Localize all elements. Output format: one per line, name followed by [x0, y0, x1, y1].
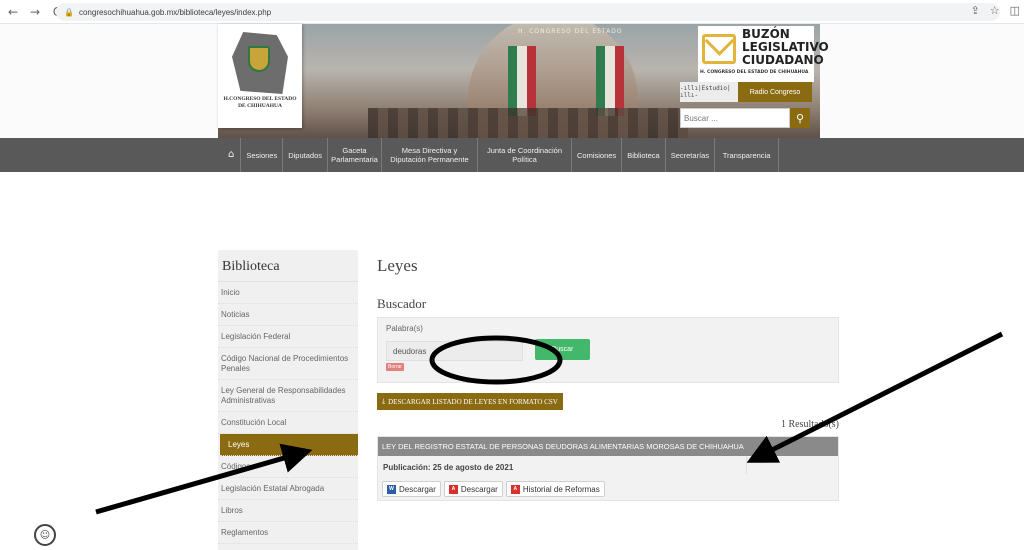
radio-label: Radio Congreso — [738, 82, 812, 102]
nav-biblioteca[interactable]: Biblioteca — [622, 138, 666, 172]
download-csv-button[interactable]: ⤓ DESCARGAR LISTADO DE LEYES EN FORMATO … — [377, 393, 563, 410]
buzon-title: BUZÓN LEGISLATIVO CIUDADANO — [742, 27, 829, 67]
download-pdf-label: Descargar — [460, 484, 498, 494]
library-sidebar: Biblioteca Inicio Noticias Legislación F… — [218, 250, 358, 550]
forward-icon[interactable]: → — [26, 3, 44, 21]
sidebar-item-abrogada[interactable]: Legislación Estatal Abrogada — [218, 478, 358, 500]
search-button[interactable]: Buscar — [535, 339, 590, 360]
pdf-file-icon: A — [448, 484, 458, 494]
pdf-file-icon: A — [510, 484, 520, 494]
page-title: Leyes — [377, 256, 418, 275]
back-icon[interactable]: ← — [4, 3, 22, 21]
search-icon[interactable]: ⚲ — [790, 108, 810, 128]
buzon-subtitle: H. CONGRESO DEL ESTADO DE CHIHUAHUA — [700, 70, 809, 75]
share-icon[interactable]: ⇪ — [971, 4, 980, 17]
result-count: 1 Resultado(s) — [780, 419, 839, 430]
result-item: LEY DEL REGISTRO ESTATAL DE PERSONAS DEU… — [377, 436, 839, 501]
sidebar-title: Biblioteca — [218, 250, 358, 282]
flag-left-icon — [508, 46, 536, 116]
word-file-icon: W — [387, 484, 396, 494]
side-panel-icon[interactable]: ◫ — [1010, 4, 1020, 17]
flag-right-icon — [596, 46, 624, 116]
sidebar-item-reglamentos[interactable]: Reglamentos — [218, 522, 358, 544]
nav-gaceta[interactable]: Gaceta Parlamentaria — [328, 138, 382, 172]
banner-caption: H. CONGRESO DEL ESTADO — [518, 28, 623, 35]
site-search-input[interactable]: Buscar ... — [680, 108, 790, 128]
sidebar-item-noticias[interactable]: Noticias — [218, 304, 358, 326]
sidebar-item-codigo-nacional[interactable]: Código Nacional de Procedimientos Penale… — [218, 348, 358, 380]
bookmark-star-icon[interactable]: ☆ — [990, 4, 1000, 17]
sidebar-item-constitucion[interactable]: Constitución Local — [218, 412, 358, 434]
nav-sesiones[interactable]: Sesiones — [241, 138, 284, 172]
reform-history-button[interactable]: A Historial de Reformas — [505, 481, 605, 497]
sidebar-item-legislacion-federal[interactable]: Legislación Federal — [218, 326, 358, 348]
coat-of-arms-icon — [248, 46, 270, 72]
site-search: Buscar ... ⚲ — [680, 108, 810, 128]
home-icon[interactable]: ⌂ — [222, 138, 242, 172]
download-csv-label: DESCARGAR LISTADO DE LEYES EN FORMATO CS… — [388, 397, 558, 406]
sidebar-item-inicio[interactable]: Inicio — [218, 282, 358, 304]
download-pdf-button[interactable]: A Descargar — [443, 481, 503, 497]
download-word-button[interactable]: W Descargar — [382, 481, 441, 497]
nav-junta-coordinacion[interactable]: Junta de Coordinación Política — [478, 138, 572, 172]
browser-toolbar: ← → C 🔒 congresochihuahua.gob.mx/bibliot… — [0, 0, 1024, 24]
nav-secretarias[interactable]: Secretarías — [666, 138, 716, 172]
result-title[interactable]: LEY DEL REGISTRO ESTATAL DE PERSONAS DEU… — [378, 437, 838, 456]
congress-logo[interactable]: H.CONGRESO DEL ESTADO DE CHIHUAHUA — [218, 24, 302, 128]
main-nav: ⌂ Sesiones Diputados Gaceta Parlamentari… — [0, 138, 1024, 172]
accessibility-icon[interactable]: ☺ — [34, 524, 56, 546]
nav-mesa-directiva[interactable]: Mesa Directiva y Diputación Permanente — [382, 138, 478, 172]
sidebar-item-leyes[interactable]: Leyes — [220, 434, 358, 456]
sidebar-item-ley-general[interactable]: Ley General de Responsabilidades Adminis… — [218, 380, 358, 412]
url-text: congresochihuahua.gob.mx/biblioteca/leye… — [78, 7, 272, 17]
section-title: Buscador — [377, 296, 427, 311]
law-search-panel: Palabra(s) deudoras Buscar Borrar — [377, 317, 839, 383]
result-divider — [746, 456, 747, 474]
radio-wave-icon: -ıllı|Estudio|ıllı- — [680, 82, 738, 102]
lock-icon: 🔒 — [64, 7, 74, 17]
publication-date: Publicación: 25 de agosto de 2021 — [383, 463, 514, 472]
nav-transparencia[interactable]: Transparencia — [715, 138, 780, 172]
address-bar[interactable]: 🔒 congresochihuahua.gob.mx/biblioteca/le… — [56, 3, 1000, 21]
nav-diputados[interactable]: Diputados — [283, 138, 328, 172]
buzon-legislativo-link[interactable]: BUZÓN LEGISLATIVO CIUDADANO H. CONGRESO … — [698, 26, 829, 82]
nav-comisiones[interactable]: Comisiones — [572, 138, 623, 172]
keyword-input[interactable]: deudoras — [386, 341, 523, 361]
reform-history-label: Historial de Reformas — [522, 484, 600, 494]
download-word-label: Descargar — [399, 484, 436, 494]
clear-button[interactable]: Borrar — [386, 363, 404, 371]
logo-text: H.CONGRESO DEL ESTADO DE CHIHUAHUA — [223, 96, 297, 109]
envelope-icon — [702, 34, 736, 64]
sidebar-item-libros[interactable]: Libros — [218, 500, 358, 522]
radio-congreso-link[interactable]: -ıllı|Estudio|ıllı- Radio Congreso — [680, 82, 812, 102]
keyword-label: Palabra(s) — [386, 324, 423, 333]
sidebar-item-codigos[interactable]: Códigos — [218, 456, 358, 478]
banner-seats — [368, 108, 688, 138]
site-header: H. CONGRESO DEL ESTADO H.CONGRESO DEL ES… — [0, 24, 1024, 138]
download-icon: ⤓ — [382, 397, 386, 405]
